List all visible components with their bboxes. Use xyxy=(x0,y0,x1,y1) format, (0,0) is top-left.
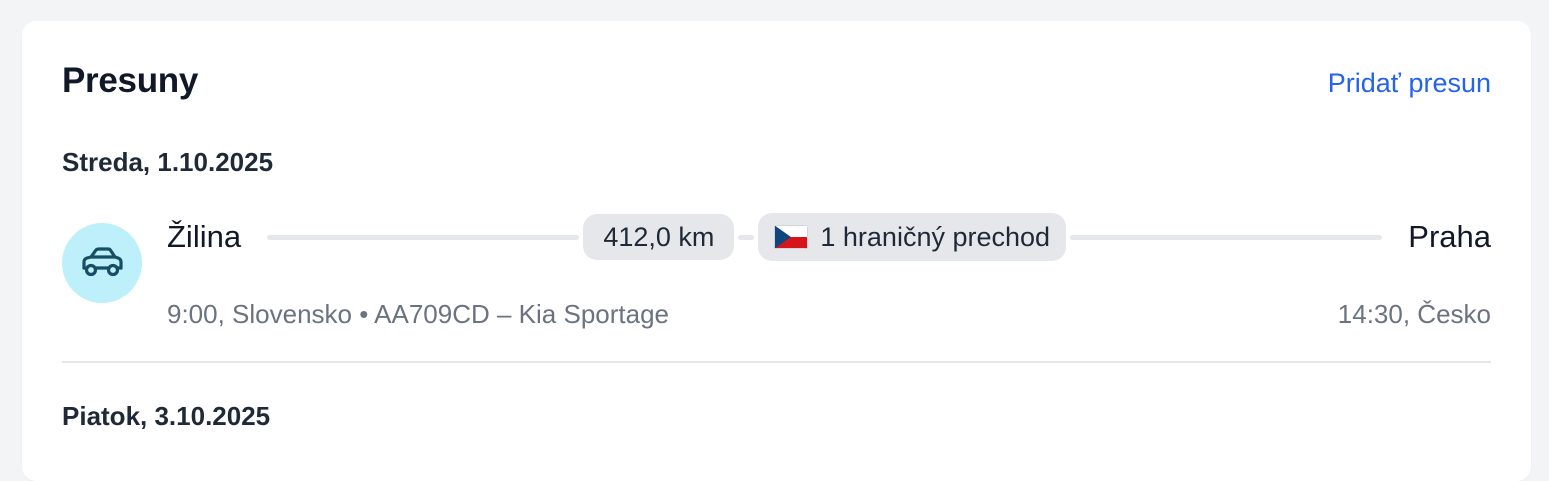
departure-info: 9:00, Slovensko • AA709CD – Kia Sportage xyxy=(167,297,669,331)
route-line xyxy=(267,234,580,240)
route-line xyxy=(1070,234,1383,240)
czech-flag-icon xyxy=(774,225,809,249)
section-title: Presuny xyxy=(62,61,199,100)
distance-badge: 412,0 km xyxy=(583,214,735,260)
trip-item[interactable]: Žilina 412,0 km 1 hraničný prechod Praha xyxy=(62,211,1491,329)
route-row: Žilina 412,0 km 1 hraničný prechod Praha xyxy=(167,211,1491,263)
vehicle-info: AA709CD – Kia Sportage xyxy=(374,299,670,329)
transfers-card: Presuny Pridať presun Streda, 1.10.2025 … xyxy=(22,21,1531,481)
destination-city: Praha xyxy=(1408,219,1492,254)
divider xyxy=(62,361,1491,363)
origin-city: Žilina xyxy=(167,219,242,254)
border-crossing-label: 1 hraničný prechod xyxy=(820,221,1051,252)
trip-meta: 9:00, Slovensko • AA709CD – Kia Sportage… xyxy=(167,297,1491,331)
border-crossing-badge[interactable]: 1 hraničný prechod xyxy=(758,213,1067,261)
day-heading: Piatok, 3.10.2025 xyxy=(62,401,271,431)
meta-separator: • xyxy=(359,299,369,329)
arrival-time-country: 14:30, Česko xyxy=(1337,299,1491,329)
car-icon xyxy=(62,223,142,303)
add-transfer-link[interactable]: Pridať presun xyxy=(1328,67,1491,99)
day-heading: Streda, 1.10.2025 xyxy=(62,147,274,177)
departure-time-country: 9:00, Slovensko xyxy=(167,299,353,329)
route-line xyxy=(738,234,755,240)
